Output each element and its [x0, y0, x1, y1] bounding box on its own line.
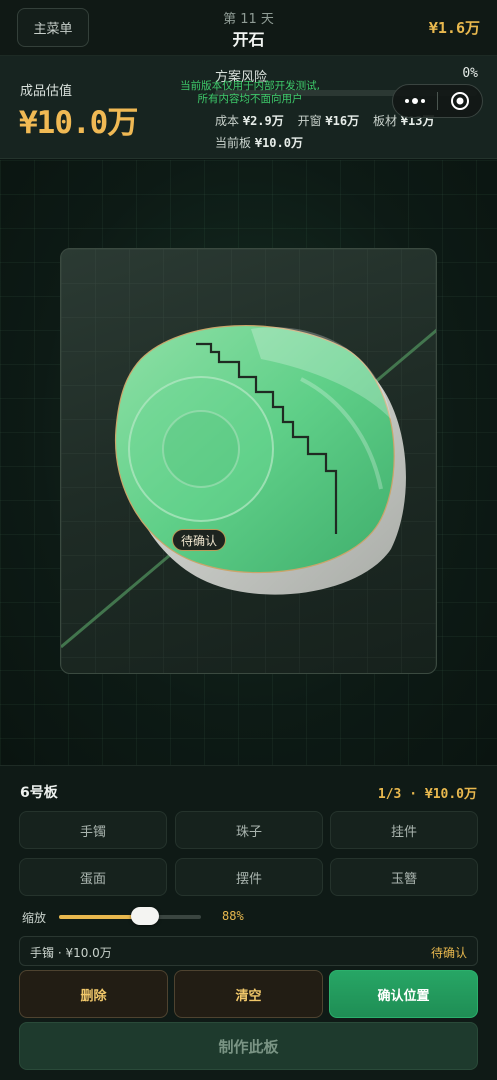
confirm-position-button[interactable]: 确认位置	[329, 970, 478, 1018]
stone-stage: 待确认	[0, 160, 497, 765]
current-board-line: 当前板 ¥10.0万	[215, 134, 303, 151]
option-pendant[interactable]: 挂件	[330, 811, 478, 849]
zoom-slider[interactable]	[59, 907, 201, 925]
stone-illustration	[61, 249, 436, 673]
board-panel: 6号板 1/3 · ¥10.0万 手镯 珠子 挂件 蛋面 摆件 玉簪 缩放 88…	[0, 765, 497, 1080]
option-beads[interactable]: 珠子	[175, 811, 323, 849]
make-board-button[interactable]: 制作此板	[19, 1022, 478, 1070]
placement-state: 待确认	[430, 946, 467, 960]
zoom-value: 88%	[222, 909, 244, 923]
board-progress: 1/3 · ¥10.0万	[377, 787, 477, 802]
zoom-slider-thumb[interactable]	[130, 907, 159, 925]
day-label: 第 11 天	[223, 12, 274, 27]
dev-notice: 当前版本仅用于内部开发测试, 所有内容均不面向用户	[165, 80, 335, 106]
option-bangle[interactable]: 手镯	[19, 811, 167, 849]
risk-value: 0%	[462, 66, 478, 81]
zoom-label: 缩放	[22, 911, 47, 925]
cost-value: ¥2.9万	[242, 114, 284, 128]
current-board-value: ¥10.0万	[254, 136, 303, 150]
estimate-value: ¥10.0万	[19, 105, 138, 141]
option-ornament[interactable]: 摆件	[175, 858, 323, 896]
stone-viewport[interactable]: 待确认	[60, 248, 437, 674]
bangle-inner	[162, 410, 240, 488]
dev-notice-line1: 当前版本仅用于内部开发测试,	[180, 80, 320, 92]
window-value: ¥16万	[325, 114, 360, 128]
close-target-icon[interactable]	[438, 85, 482, 117]
top-bar: 主菜单 第 11 天 开石 ¥1.6万	[0, 0, 497, 56]
pending-marker[interactable]: 待确认	[172, 529, 227, 551]
cost-label: 成本	[215, 114, 240, 128]
option-cabochon[interactable]: 蛋面	[19, 858, 167, 896]
placement-item: 手镯 · ¥10.0万	[30, 946, 112, 960]
dev-notice-line2: 所有内容均不面向用户	[197, 93, 303, 105]
placement-status-row[interactable]: 手镯 · ¥10.0万 待确认	[19, 936, 478, 966]
delete-button[interactable]: 删除	[19, 970, 168, 1018]
window-label: 开窗	[297, 114, 322, 128]
cash-balance: ¥1.6万	[428, 19, 480, 37]
option-hairpin[interactable]: 玉簪	[330, 858, 478, 896]
clear-button[interactable]: 清空	[174, 970, 323, 1018]
more-icon[interactable]	[393, 85, 437, 117]
page-title: 开石	[232, 30, 265, 49]
board-name: 6号板	[20, 785, 58, 801]
miniprogram-capsule	[392, 84, 483, 118]
current-board-label: 当前板	[215, 136, 252, 150]
